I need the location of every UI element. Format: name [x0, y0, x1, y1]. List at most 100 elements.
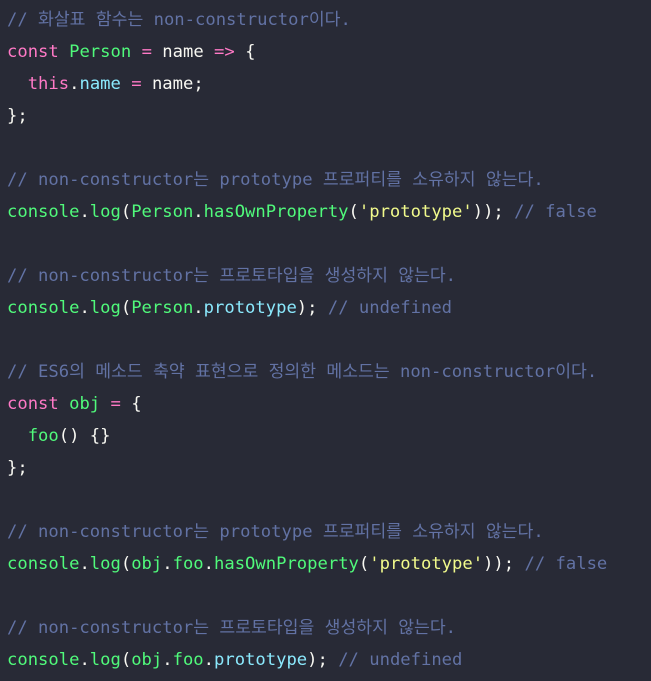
code-line: // 화살표 함수는 non-constructor이다.	[7, 4, 651, 36]
code-token-keyword: =>	[214, 42, 235, 62]
code-token-func: console	[7, 554, 80, 574]
code-line: // non-constructor는 prototype 프로퍼티를 소유하지…	[7, 164, 651, 196]
code-token-func: obj	[69, 394, 101, 414]
code-token-plain: .	[193, 298, 204, 318]
code-line: console.log(obj.foo.prototype); // undef…	[7, 644, 651, 676]
code-token-plain: (	[120, 298, 132, 318]
code-token-plain: };	[7, 106, 28, 126]
code-token-prop: name	[79, 74, 121, 94]
code-token-plain: .	[69, 74, 80, 94]
code-line: foo() {}	[7, 420, 651, 452]
code-token-plain: name	[162, 42, 204, 62]
code-token-comment: // non-constructor는 프로토타입을 생성하지 않는다.	[7, 266, 457, 286]
code-token-plain: .	[79, 554, 90, 574]
code-line: const obj = {	[7, 388, 651, 420]
code-token-func: obj	[131, 554, 163, 574]
code-token-func: log	[89, 298, 121, 318]
code-token-func: log	[89, 202, 121, 222]
code-token-comment: // ES6의 메소드 축약 표현으로 정의한 메소드는 non-constru…	[7, 362, 598, 382]
code-token-func: console	[7, 298, 80, 318]
code-token-comment: // undefined	[338, 650, 463, 670]
code-token-plain: (	[120, 202, 132, 222]
code-token-plain: .	[79, 298, 90, 318]
code-token-func: log	[89, 650, 121, 670]
code-token-keyword: =	[131, 74, 142, 94]
code-token-plain: .	[79, 202, 90, 222]
code-token-plain: ));	[472, 202, 515, 222]
code-token-plain: .	[162, 554, 173, 574]
code-token-func: console	[7, 202, 80, 222]
code-token-comment: // undefined	[327, 298, 453, 318]
code-line: // non-constructor는 프로토타입을 생성하지 않는다.	[7, 612, 651, 644]
code-token-plain: () {}	[58, 426, 111, 446]
code-token-plain: );	[307, 650, 339, 670]
code-token-func: hasOwnProperty	[203, 202, 349, 222]
code-token-plain: (	[358, 554, 370, 574]
code-token-keyword: =	[110, 394, 121, 414]
code-token-func: hasOwnProperty	[214, 554, 359, 574]
code-token-keyword: =	[141, 42, 152, 62]
code-token-func: foo	[27, 426, 59, 446]
code-token-plain: ));	[483, 554, 525, 574]
code-token-this: this	[27, 74, 70, 94]
code-token-comment: // false	[524, 554, 608, 574]
code-token-string: 'prototype'	[369, 554, 484, 574]
code-line: console.log(obj.foo.hasOwnProperty('prot…	[7, 548, 651, 580]
code-token-plain: .	[162, 650, 173, 670]
code-token-func: Person	[69, 42, 132, 62]
code-token-plain: (	[120, 554, 132, 574]
code-token-func: Person	[131, 298, 194, 318]
code-token-plain: (	[348, 202, 359, 222]
code-line: };	[7, 452, 651, 484]
code-token-plain: {	[234, 42, 256, 62]
code-token-plain: {	[120, 394, 142, 414]
code-token-plain: name;	[141, 74, 204, 94]
code-token-prop: prototype	[203, 298, 297, 318]
code-token-plain: .	[79, 650, 90, 670]
code-line: // non-constructor는 프로토타입을 생성하지 않는다.	[7, 260, 651, 292]
code-editor[interactable]: // 화살표 함수는 non-constructor이다. const Perso…	[0, 0, 651, 681]
code-line: this.name = name;	[7, 68, 651, 100]
code-token-plain: (	[120, 650, 132, 670]
code-token-comment: // non-constructor는 prototype 프로퍼티를 소유하지…	[7, 522, 544, 542]
code-token-func: log	[89, 554, 121, 574]
code-token-keyword: const	[7, 394, 59, 414]
code-token-plain: .	[203, 650, 215, 670]
code-token-keyword: const	[7, 42, 59, 62]
code-token-comment: // 화살표 함수는 non-constructor이다.	[7, 10, 351, 30]
code-token-plain: };	[7, 458, 28, 478]
code-line: // non-constructor는 prototype 프로퍼티를 소유하지…	[7, 516, 651, 548]
code-line: console.log(Person.prototype); // undefi…	[7, 292, 651, 324]
code-line: const Person = name => {	[7, 36, 651, 68]
code-token-prop: prototype	[214, 650, 308, 670]
code-token-func: foo	[172, 554, 204, 574]
code-token-plain: );	[296, 298, 328, 318]
code-token-plain: .	[193, 202, 204, 222]
code-line: // ES6의 메소드 축약 표현으로 정의한 메소드는 non-constru…	[7, 356, 651, 388]
code-line: console.log(Person.hasOwnProperty('proto…	[7, 196, 651, 228]
code-line: };	[7, 100, 651, 132]
code-token-func: obj	[131, 650, 163, 670]
code-token-comment: // non-constructor는 prototype 프로퍼티를 소유하지…	[7, 170, 544, 190]
code-token-comment: // non-constructor는 프로토타입을 생성하지 않는다.	[7, 618, 457, 638]
code-token-func: console	[7, 650, 80, 670]
code-token-func: foo	[172, 650, 204, 670]
code-token-string: 'prototype'	[358, 202, 473, 222]
code-token-comment: // false	[514, 202, 597, 222]
code-token-func: Person	[131, 202, 194, 222]
code-token-plain: .	[203, 554, 215, 574]
